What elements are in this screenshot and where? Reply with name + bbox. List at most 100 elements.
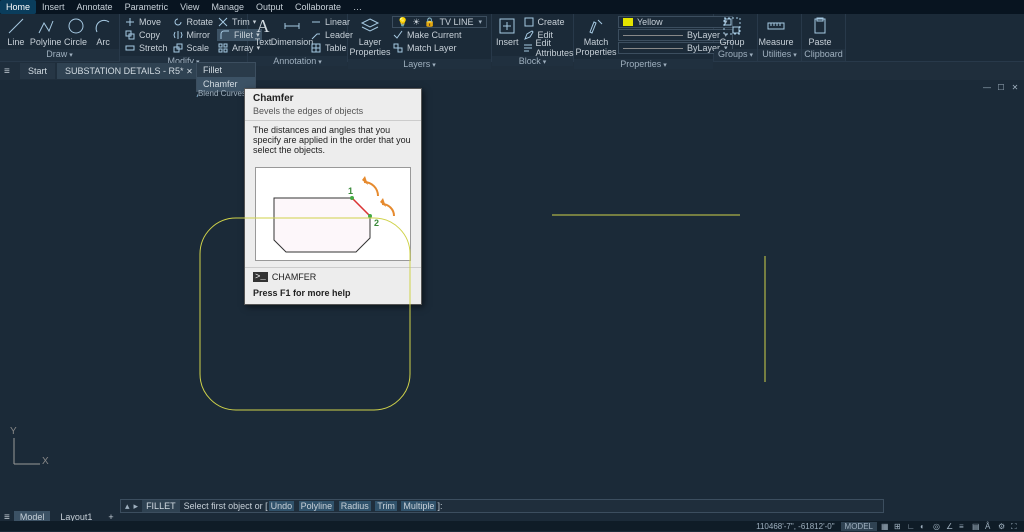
lineweight-preview-icon <box>623 48 683 49</box>
block-create[interactable]: Create <box>523 16 576 28</box>
cmd-opt-multiple[interactable]: Multiple <box>401 501 436 511</box>
line-tool[interactable]: Line <box>4 16 28 47</box>
layers-icon <box>359 16 381 36</box>
close-icon[interactable]: ✕ <box>1010 82 1020 92</box>
transparency-toggle-icon[interactable]: ▤ <box>972 522 981 531</box>
match-props-icon <box>585 16 607 36</box>
cmd-history-icon[interactable]: ▴ <box>125 501 130 512</box>
menu-view[interactable]: View <box>174 0 205 14</box>
scale-icon <box>172 42 184 54</box>
stretch-tool[interactable]: Stretch <box>124 42 168 54</box>
group-icon <box>721 16 743 36</box>
cmd-opt-undo[interactable]: Undo <box>269 501 295 511</box>
polyline-tool[interactable]: Polyline <box>32 16 60 47</box>
close-tab-icon[interactable]: ✕ <box>186 67 193 76</box>
arc-icon <box>92 16 114 36</box>
flyout-fillet[interactable]: Fillet <box>197 63 255 77</box>
table-tool[interactable]: Table <box>310 42 353 54</box>
panel-title-block[interactable]: Block <box>492 56 573 66</box>
menu-insert[interactable]: Insert <box>36 0 71 14</box>
color-name: Yellow <box>637 17 720 27</box>
maximize-icon[interactable]: ☐ <box>996 82 1006 92</box>
dimension-icon <box>281 16 303 36</box>
polar-toggle-icon[interactable]: ◐ <box>920 522 929 531</box>
app-menu-icon[interactable]: ≡ <box>4 66 18 77</box>
layer-dropdown[interactable]: 💡☀🔒TV LINE▾ <box>392 16 487 28</box>
move-icon <box>124 16 136 28</box>
doc-tab-file[interactable]: SUBSTATION DETAILS - R5* ✕ <box>57 63 201 79</box>
ucs-icon: Y X <box>8 430 48 470</box>
menu-parametric[interactable]: Parametric <box>119 0 175 14</box>
grid-toggle-icon[interactable]: ▦ <box>881 522 890 531</box>
workspace-icon[interactable]: ⚙ <box>998 522 1007 531</box>
group-button[interactable]: Group <box>718 16 746 47</box>
cmd-opt-polyline[interactable]: Polyline <box>299 501 335 511</box>
copy-tool[interactable]: Copy <box>124 29 168 41</box>
ortho-toggle-icon[interactable]: ∟ <box>907 522 916 531</box>
rotate-tool[interactable]: Rotate <box>172 16 214 28</box>
panel-title-groups[interactable]: Groups <box>714 49 757 61</box>
line-icon <box>5 16 27 36</box>
minimize-icon[interactable]: — <box>982 82 992 92</box>
clean-screen-icon[interactable]: ⛶ <box>1011 522 1020 531</box>
menu-collaborate[interactable]: Collaborate <box>289 0 347 14</box>
command-line[interactable]: ▴ ▸ FILLET Select first object or [Undo … <box>120 499 884 513</box>
panel-title-layers[interactable]: Layers <box>348 59 491 69</box>
insert-block-button[interactable]: Insert <box>496 16 519 47</box>
arc-tool[interactable]: Arc <box>91 16 115 47</box>
drawing-canvas[interactable]: Y X <box>0 80 1024 498</box>
mirror-tool[interactable]: Mirror <box>172 29 214 41</box>
menu-annotate[interactable]: Annotate <box>71 0 119 14</box>
panel-title-properties[interactable]: Properties <box>574 59 713 69</box>
annotation-scale-icon[interactable]: Å <box>985 522 994 531</box>
scale-tool[interactable]: Scale <box>172 42 214 54</box>
panel-title-clipboard: Clipboard <box>802 49 845 61</box>
menu-bar: Home Insert Annotate Parametric View Man… <box>0 0 1024 14</box>
drawing-window-controls: — ☐ ✕ <box>982 82 1020 92</box>
fillet-icon <box>219 29 231 41</box>
stretch-icon <box>124 42 136 54</box>
menu-output[interactable]: Output <box>250 0 289 14</box>
edit-icon <box>523 29 535 41</box>
copy-icon <box>124 29 136 41</box>
match-layer-tool[interactable]: Match Layer <box>392 42 462 54</box>
make-current-tool[interactable]: Make Current <box>392 29 462 41</box>
measure-icon <box>765 16 787 36</box>
cmd-prompt-icon: ▸ <box>134 501 139 512</box>
doc-tab-start[interactable]: Start <box>20 63 55 79</box>
dimension-tool[interactable]: Dimension <box>278 16 306 47</box>
cmd-opt-trim[interactable]: Trim <box>375 501 397 511</box>
move-tool[interactable]: Move <box>124 16 168 28</box>
circle-label: Circle <box>64 37 87 47</box>
circle-tool[interactable]: Circle <box>64 16 88 47</box>
match-properties-button[interactable]: Match Properties <box>578 16 614 57</box>
status-bar: 110468'-7", -61812'-0" MODEL ▦ ⊞ ∟ ◐ ◎ ∠… <box>0 521 1024 531</box>
block-edit-attributes[interactable]: Edit Attributes <box>523 42 576 54</box>
otrack-toggle-icon[interactable]: ∠ <box>946 522 955 531</box>
insert-icon <box>496 16 518 36</box>
menu-overflow[interactable]: … <box>347 0 368 14</box>
linear-dim-tool[interactable]: Linear <box>310 16 353 28</box>
measure-button[interactable]: Measure <box>762 16 790 47</box>
leader-tool[interactable]: Leader <box>310 29 353 41</box>
current-layer-name: TV LINE <box>440 17 475 27</box>
layer-properties-button[interactable]: Layer Properties <box>352 16 388 57</box>
menu-manage[interactable]: Manage <box>205 0 250 14</box>
cmd-opt-radius[interactable]: Radius <box>339 501 371 511</box>
polyline-icon <box>35 16 57 36</box>
make-current-icon <box>392 29 404 41</box>
panel-title-utilities[interactable]: Utilities <box>758 49 801 61</box>
menu-home[interactable]: Home <box>0 0 36 14</box>
match-layer-icon <box>392 42 404 54</box>
arc-label: Arc <box>96 37 110 47</box>
panel-title-draw[interactable]: Draw <box>0 49 119 61</box>
circle-icon <box>65 16 87 36</box>
status-model-badge[interactable]: MODEL <box>841 522 877 531</box>
color-swatch <box>623 18 633 26</box>
panel-title-annotation[interactable]: Annotation <box>248 56 347 66</box>
lineweight-toggle-icon[interactable]: ≡ <box>959 522 968 531</box>
snap-toggle-icon[interactable]: ⊞ <box>894 522 903 531</box>
osnap-toggle-icon[interactable]: ◎ <box>933 522 942 531</box>
paste-button[interactable]: Paste <box>806 16 834 47</box>
edit-attr-icon <box>523 42 533 54</box>
